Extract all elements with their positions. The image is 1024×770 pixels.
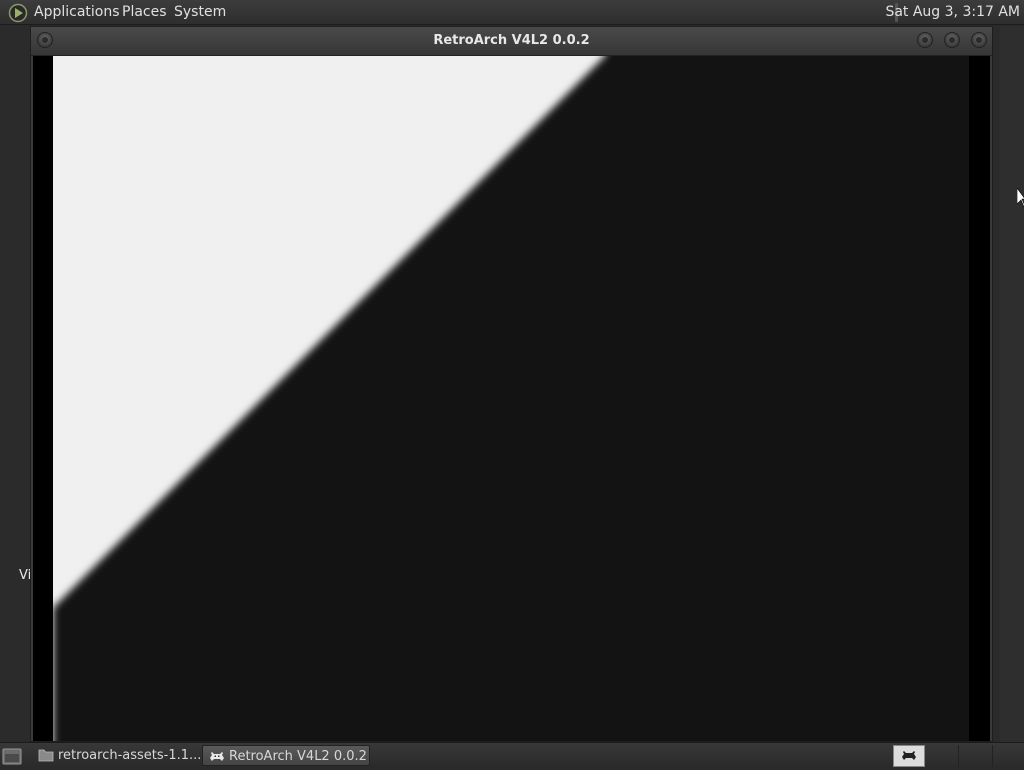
window-titlebar[interactable]: RetroArch V4L2 0.0.2 [31,27,992,56]
retroarch-icon [210,752,224,761]
menu-places[interactable]: Places [122,4,167,20]
video-frame [53,56,969,741]
mouse-pointer-icon [1017,188,1024,208]
folder-icon [38,749,54,762]
bottom-panel: retroarch-assets-1.1... RetroArch V4L2 0… [0,742,1024,768]
top-panel: Applications Places System Sat Aug 3, 3:… [0,0,1024,25]
window-title: RetroArch V4L2 0.0.2 [433,33,590,48]
clock[interactable]: Sat Aug 3, 3:17 AM [885,4,1020,20]
retroarch-window: RetroArch V4L2 0.0.2 [30,26,993,742]
desktop-background [1000,26,1024,742]
taskbar-item-label: RetroArch V4L2 0.0.2 [229,749,367,764]
video-output [33,56,990,741]
taskbar-item-file-manager[interactable]: retroarch-assets-1.1... [32,745,200,766]
taskbar-item-label: retroarch-assets-1.1... [58,748,200,763]
show-desktop-icon[interactable] [2,748,22,765]
tray-separator [992,745,993,767]
minimize-button[interactable] [917,32,933,48]
taskbar-item-retroarch[interactable]: RetroArch V4L2 0.0.2 [202,745,370,766]
distro-logo-icon[interactable] [8,3,28,23]
retroarch-tray-icon [902,751,916,760]
tray-retroarch-icon[interactable] [893,745,925,767]
tray-separator [958,745,959,767]
menu-applications[interactable]: Applications [34,4,120,20]
close-button[interactable] [971,32,987,48]
menu-system[interactable]: System [174,4,226,20]
maximize-button[interactable] [944,32,960,48]
